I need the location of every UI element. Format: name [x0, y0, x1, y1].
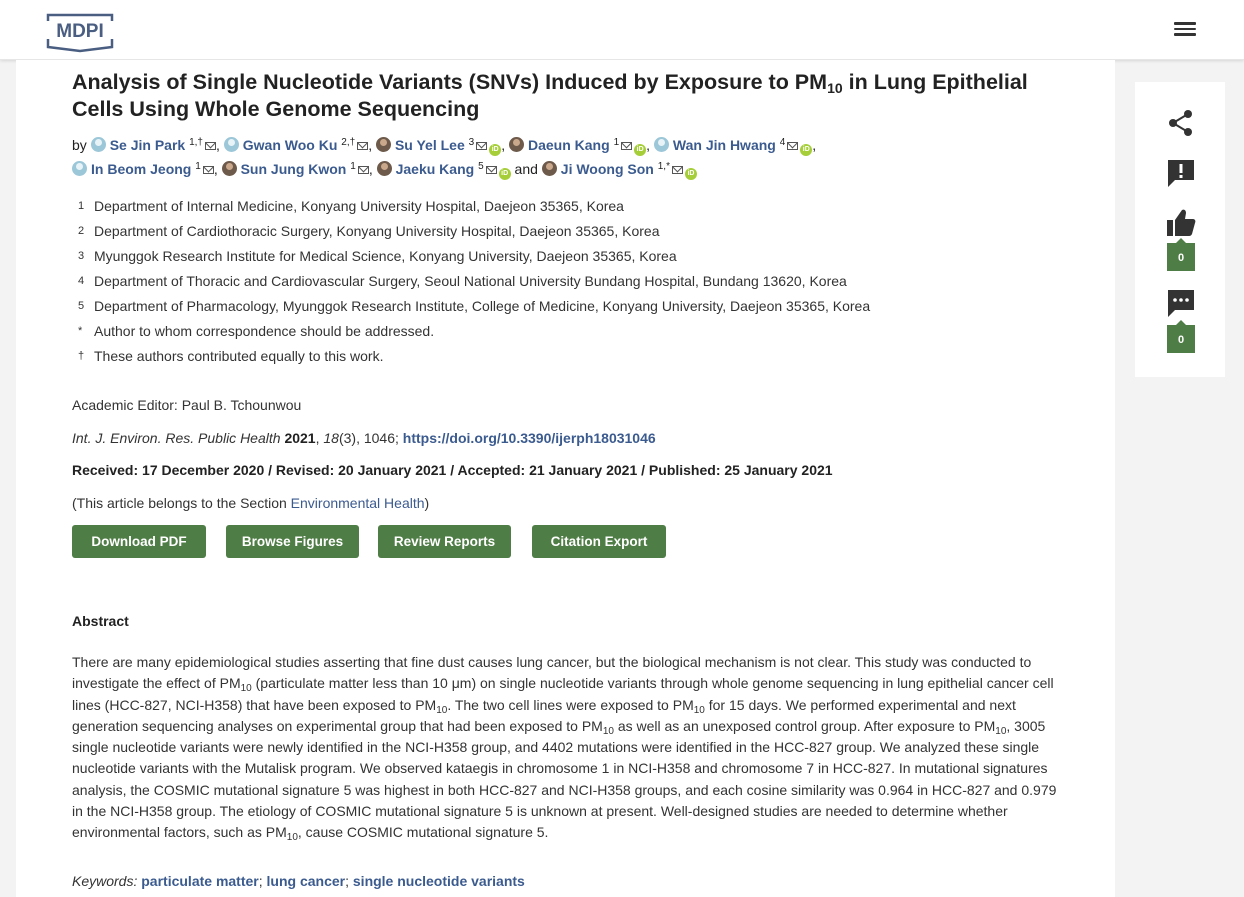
email-icon[interactable]: [787, 142, 799, 150]
author-name-link[interactable]: Sun Jung Kwon: [241, 161, 347, 177]
share-icon[interactable]: [1166, 108, 1196, 138]
citation-issue: (3), 1046;: [338, 430, 403, 446]
section-line: (This article belongs to the Section Env…: [72, 495, 430, 511]
author-avatar: [72, 161, 87, 176]
author-affiliation-marker: 1: [613, 137, 620, 148]
comment-icon[interactable]: [1166, 288, 1196, 318]
abstract-heading: Abstract: [72, 613, 129, 629]
author-affiliation-marker: 1,†: [189, 137, 203, 148]
affiliation-2: 2 Department of Cardiothoracic Surgery, K…: [78, 223, 660, 239]
article-actions-sidebar: 0 0: [1135, 82, 1225, 377]
author-avatar: [376, 161, 392, 176]
keyword-link[interactable]: single nucleotide variants: [353, 873, 525, 889]
affiliation-equal: † These authors contributed equally to th…: [78, 348, 384, 364]
author-avatar: [508, 137, 524, 152]
author-name-link[interactable]: Jaeku Kang: [396, 161, 475, 177]
author-name-link[interactable]: In Beom Jeong: [91, 161, 191, 177]
affiliation-5: 5 Department of Pharmacology, Myunggok Re…: [78, 298, 871, 314]
and-label: and: [514, 161, 538, 177]
citation-volume: 18: [323, 430, 339, 446]
citation-line: Int. J. Environ. Res. Public Health 2021…: [72, 430, 656, 446]
author-affiliation-marker: 1,*: [657, 161, 670, 172]
affiliation-4: 4 Department of Thoracic and Cardiovascul…: [78, 273, 847, 289]
by-label: by: [72, 137, 87, 153]
browse-figures-button[interactable]: Browse Figures: [226, 525, 359, 558]
keywords-line: Keywords: particulate matter; lung cance…: [72, 873, 525, 889]
email-icon[interactable]: [357, 166, 369, 174]
affiliation-3: 3 Myunggok Research Institute for Medical…: [78, 248, 677, 264]
comment-count-badge: 0: [1167, 320, 1195, 353]
author-avatar: [653, 137, 669, 152]
author-avatar: [541, 161, 557, 176]
email-icon[interactable]: [476, 142, 488, 150]
author-affiliation-marker: 3: [468, 137, 475, 148]
academic-editor: Academic Editor: Paul B. Tchounwou: [72, 397, 302, 413]
author-avatar: [223, 137, 239, 152]
email-icon[interactable]: [621, 142, 633, 150]
keywords-label: Keywords:: [72, 873, 138, 889]
article-card: Analysis of Single Nucleotide Variants (…: [16, 60, 1115, 897]
publication-dates: Received: 17 December 2020 / Revised: 20…: [72, 462, 833, 478]
orcid-icon[interactable]: iD: [489, 144, 502, 156]
author-name-link[interactable]: Se Jin Park: [110, 137, 186, 153]
article-title: Analysis of Single Nucleotide Variants (…: [72, 70, 1028, 121]
keyword-link[interactable]: lung cancer: [267, 873, 346, 889]
author-name-link[interactable]: Wan Jin Hwang: [673, 137, 776, 153]
author-affiliation-marker: 1: [350, 161, 356, 172]
section-link[interactable]: Environmental Health: [291, 495, 425, 511]
affiliation-1: 1 Department of Internal Medicine, Konyan…: [78, 198, 624, 214]
download-pdf-button[interactable]: Download PDF: [72, 525, 206, 558]
like-count-badge: 0: [1167, 238, 1195, 271]
author-name-link[interactable]: Daeun Kang: [528, 137, 610, 153]
top-bar: MDPI: [0, 0, 1244, 60]
email-icon[interactable]: [671, 166, 683, 174]
author-affiliation-marker: 2,†: [341, 137, 356, 148]
orcid-icon[interactable]: iD: [634, 144, 647, 156]
email-icon[interactable]: [485, 166, 497, 174]
author-name-link[interactable]: Gwan Woo Ku: [243, 137, 338, 153]
orcid-icon[interactable]: iD: [498, 168, 511, 180]
author-avatar: [90, 137, 106, 152]
author-affiliation-marker: 1: [195, 161, 201, 172]
email-icon[interactable]: [357, 142, 369, 150]
author-name-link[interactable]: Ji Woong Son: [561, 161, 654, 177]
doi-link[interactable]: https://doi.org/10.3390/ijerph18031046: [403, 430, 656, 446]
orcid-icon[interactable]: iD: [684, 168, 697, 180]
citation-export-button[interactable]: Citation Export: [532, 525, 666, 558]
mdpi-logo[interactable]: MDPI: [42, 7, 118, 53]
hamburger-menu-icon[interactable]: [1174, 19, 1198, 39]
email-icon[interactable]: [204, 142, 216, 150]
affiliation-corresponding: * Author to whom correspondence should be…: [78, 323, 435, 339]
review-reports-button[interactable]: Review Reports: [378, 525, 511, 558]
author-avatar: [221, 161, 237, 176]
report-icon[interactable]: [1166, 158, 1196, 188]
author-name-link[interactable]: Su Yel Lee: [395, 137, 465, 153]
author-affiliation-marker: 5: [478, 161, 484, 172]
journal-name: Int. J. Environ. Res. Public Health: [72, 430, 281, 446]
orcid-icon[interactable]: iD: [800, 144, 813, 156]
author-affiliation-marker: 4: [779, 137, 786, 148]
email-icon[interactable]: [202, 166, 214, 174]
author-list: by Se Jin Park 1,†, Gwan Woo Ku 2,†, Su …: [72, 132, 1072, 180]
logo-text: MDPI: [56, 21, 104, 42]
abstract-text: There are many epidemiological studies a…: [72, 654, 1057, 844]
author-avatar: [375, 137, 391, 152]
like-icon[interactable]: [1166, 208, 1196, 238]
citation-year: 2021: [284, 430, 316, 446]
keyword-link[interactable]: particulate matter: [141, 873, 258, 889]
